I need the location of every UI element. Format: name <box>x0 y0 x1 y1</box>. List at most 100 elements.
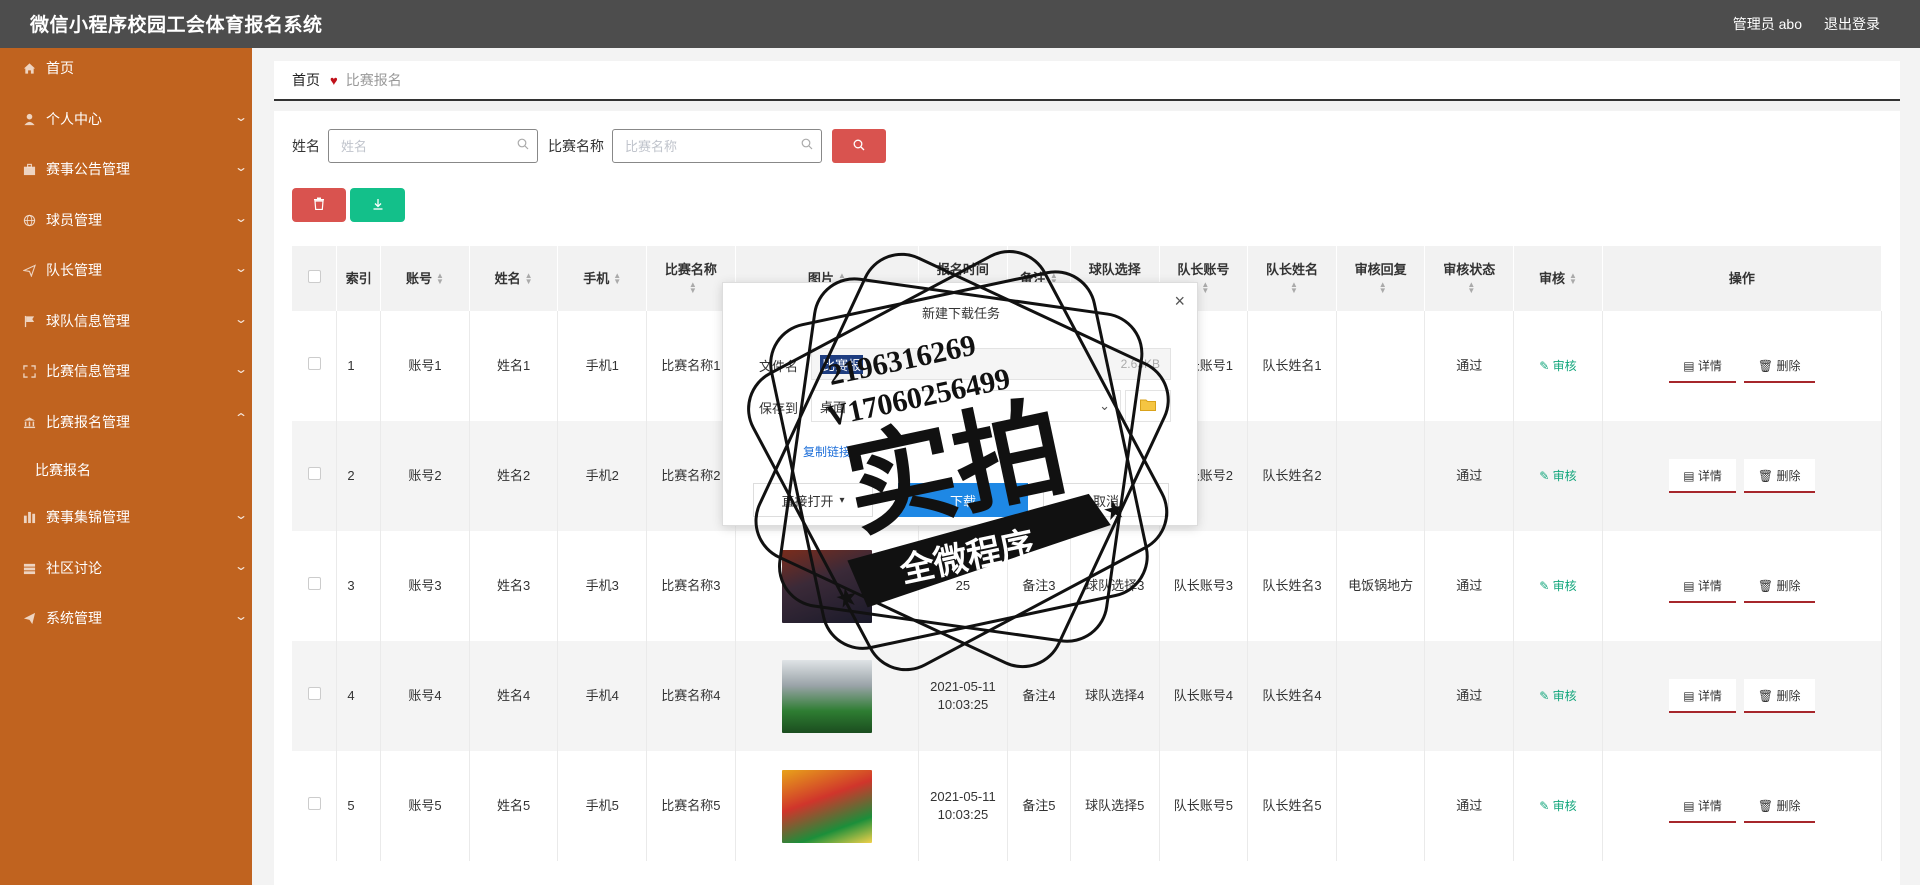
export-button[interactable] <box>350 188 405 222</box>
cell-phone: 手机5 <box>557 751 648 861</box>
sidebar-item-profile[interactable]: 个人中心 ⌄ <box>0 99 252 139</box>
registration-photo[interactable] <box>781 769 872 843</box>
detail-button[interactable]: ▤ 详情 <box>1669 459 1736 493</box>
header-phone[interactable]: 手机 ▲ ▼ <box>557 246 648 311</box>
cell-index: 4 <box>336 641 382 751</box>
row-select-cell[interactable] <box>292 421 338 531</box>
batch-delete-button[interactable] <box>292 188 346 222</box>
sidebar-item-registrations[interactable]: 比赛报名管理 ⌃ <box>0 402 252 442</box>
search-button[interactable] <box>832 129 886 163</box>
sort-icon[interactable]: ▲▼ <box>525 272 533 286</box>
sort-icon[interactable]: ▲▼ <box>1290 281 1298 295</box>
breadcrumb-home[interactable]: 首页 <box>292 70 320 90</box>
match-search-box[interactable] <box>612 129 822 163</box>
sidebar-item-label: 比赛信息管理 <box>46 363 130 379</box>
close-icon[interactable]: × <box>1174 291 1185 312</box>
row-select-cell[interactable] <box>292 641 338 751</box>
download-button[interactable]: 下载 <box>898 483 1028 517</box>
row-checkbox[interactable] <box>307 467 321 480</box>
sidebar-item-matches[interactable]: 比赛信息管理 ⌄ <box>0 351 252 391</box>
sidebar: 首页 个人中心 ⌄ 赛事公告管理 ⌄ 球员管理 ⌄ 队长管理 ⌄ 球队信息管理 … <box>0 48 252 885</box>
chart-icon <box>22 510 36 524</box>
copy-link[interactable]: 复制链接 <box>803 443 851 460</box>
match-label: 比赛名称 <box>548 138 604 154</box>
detail-button[interactable]: ▤ 详情 <box>1669 679 1736 713</box>
header-name[interactable]: 姓名 ▲ ▼ <box>469 246 559 311</box>
sidebar-subitem-registration[interactable]: 比赛报名 <box>0 450 252 490</box>
match-search-input[interactable] <box>625 138 795 154</box>
sort-icon[interactable]: ▲▼ <box>1467 281 1475 295</box>
sidebar-item-teams[interactable]: 球队信息管理 ⌄ <box>0 301 252 341</box>
row-select-cell[interactable] <box>292 751 338 861</box>
header-account[interactable]: 账号 ▲ ▼ <box>380 246 470 311</box>
file-name-field[interactable]: 比赛报 2.63KB <box>811 348 1171 380</box>
row-checkbox[interactable] <box>307 797 321 810</box>
name-search-input[interactable] <box>341 138 511 154</box>
logout-link[interactable]: 退出登录 <box>1824 14 1880 34</box>
chevron-down-icon: ⌄ <box>233 559 249 573</box>
cell-account: 账号5 <box>380 751 470 861</box>
open-directly-button[interactable]: 直接打开 ▾ <box>753 483 873 517</box>
sort-icon[interactable]: ▲▼ <box>1569 272 1577 286</box>
sidebar-item-system[interactable]: 系统管理 ⌄ <box>0 598 252 638</box>
audit-link[interactable]: ✎ 审核 <box>1539 579 1576 593</box>
registration-photo[interactable] <box>781 659 872 733</box>
delete-button[interactable]: 🗑︎ 删除 <box>1743 569 1815 603</box>
sidebar-item-highlights[interactable]: 赛事集锦管理 ⌄ <box>0 497 252 537</box>
sort-icon[interactable]: ▲▼ <box>689 281 697 295</box>
sort-icon[interactable]: ▲▼ <box>1379 281 1387 295</box>
name-search-box[interactable] <box>328 129 538 163</box>
delete-button[interactable]: 🗑︎ 删除 <box>1743 349 1815 383</box>
detail-button[interactable]: ▤ 详情 <box>1669 569 1736 603</box>
cell-captain-name: 队长姓名3 <box>1247 531 1337 641</box>
delete-button[interactable]: 🗑︎ 删除 <box>1743 789 1815 823</box>
save-location-value: 桌面 <box>820 399 847 415</box>
select-all-cell[interactable] <box>292 246 338 311</box>
header-captain-name[interactable]: 队长姓名 ▲ ▼ <box>1247 246 1337 311</box>
row-checkbox[interactable] <box>307 577 321 590</box>
sidebar-item-captains[interactable]: 队长管理 ⌄ <box>0 250 252 290</box>
delete-button[interactable]: 🗑︎ 删除 <box>1743 459 1815 493</box>
trash-icon <box>313 197 325 213</box>
select-all-checkbox[interactable] <box>307 269 321 283</box>
sidebar-item-announcements[interactable]: 赛事公告管理 ⌄ <box>0 149 252 189</box>
row-select-cell[interactable] <box>292 531 338 641</box>
delete-button[interactable]: 🗑︎ 删除 <box>1743 679 1815 713</box>
trash-icon: 🗑︎ <box>1757 799 1777 813</box>
cell-account: 账号1 <box>380 311 470 421</box>
detail-button[interactable]: ▤ 详情 <box>1669 349 1736 383</box>
audit-link[interactable]: ✎ 审核 <box>1539 799 1576 813</box>
detail-button[interactable]: ▤ 详情 <box>1669 789 1736 823</box>
cell-phone: 手机2 <box>557 421 648 531</box>
save-location-select[interactable]: 桌面 ⌄ <box>811 390 1121 422</box>
header-audit[interactable]: 审核 ▲ ▼ <box>1513 246 1603 311</box>
detail-label: 详情 <box>1697 689 1722 703</box>
sort-icon[interactable]: ▲▼ <box>1201 281 1209 295</box>
sort-icon[interactable]: ▲▼ <box>436 272 444 286</box>
row-checkbox[interactable] <box>307 357 321 370</box>
globe-icon <box>22 213 36 227</box>
sort-icon[interactable]: ▲▼ <box>613 272 621 286</box>
cell-actions: ▤ 详情 🗑︎ 删除 <box>1602 531 1883 641</box>
delete-label: 删除 <box>1776 469 1801 483</box>
header-status[interactable]: 审核状态 ▲ ▼ <box>1424 246 1515 311</box>
detail-label: 详情 <box>1697 469 1722 483</box>
sidebar-item-home[interactable]: 首页 <box>0 48 252 88</box>
header-reply[interactable]: 审核回复 ▲ ▼ <box>1336 246 1426 311</box>
delete-label: 删除 <box>1776 579 1801 593</box>
cancel-button[interactable]: 取消 <box>1043 483 1169 517</box>
cell-time: 2021-05-11 10:03:25 <box>930 679 996 712</box>
search-icon <box>853 139 865 154</box>
user-label[interactable]: 管理员 abo <box>1733 14 1802 34</box>
row-select-cell[interactable] <box>292 311 338 421</box>
dialog-title: 新建下载任务 <box>921 306 1000 321</box>
sidebar-item-label: 赛事公告管理 <box>46 161 130 177</box>
sidebar-item-forum[interactable]: 社区讨论 ⌄ <box>0 548 252 588</box>
audit-link[interactable]: ✎ 审核 <box>1539 469 1576 483</box>
browse-folder-button[interactable] <box>1125 390 1171 422</box>
row-checkbox[interactable] <box>307 687 321 700</box>
sidebar-item-players[interactable]: 球员管理 ⌄ <box>0 200 252 240</box>
audit-link[interactable]: ✎ 审核 <box>1539 359 1576 373</box>
audit-link[interactable]: ✎ 审核 <box>1539 689 1576 703</box>
registration-photo[interactable] <box>781 549 872 623</box>
